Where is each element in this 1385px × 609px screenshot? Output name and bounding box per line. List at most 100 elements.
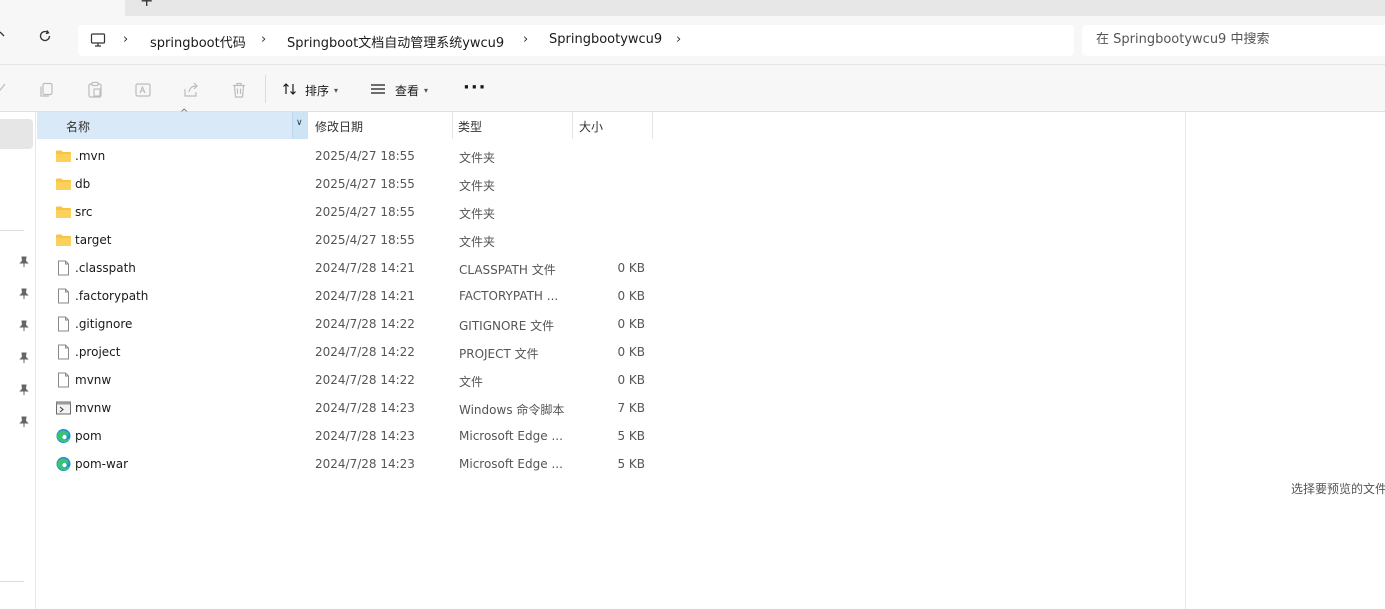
file-type: CLASSPATH 文件: [459, 263, 556, 277]
file-name: mvnw: [75, 401, 112, 415]
file-modified: 2024/7/28 14:22: [315, 345, 415, 359]
folder-icon: [55, 204, 72, 220]
pin-icon[interactable]: [19, 256, 29, 268]
file-size: 0 KB: [617, 373, 645, 387]
file-modified: 2025/4/27 18:55: [315, 149, 415, 163]
close-tab-icon[interactable]: ✕: [97, 0, 108, 1]
file-row[interactable]: .project 2024/7/28 14:22 PROJECT 文件 0 KB: [37, 339, 657, 367]
file-row[interactable]: .factorypath 2024/7/28 14:21 FACTORYPATH .…: [37, 283, 657, 311]
file-name: src: [75, 205, 93, 219]
rename-icon[interactable]: [134, 81, 152, 99]
file-modified: 2024/7/28 14:21: [315, 261, 415, 275]
edge-icon: [55, 456, 72, 472]
breadcrumb-chevron-icon[interactable]: ›: [523, 32, 528, 47]
pin-icon[interactable]: [19, 320, 29, 332]
pin-icon[interactable]: [19, 352, 29, 364]
file-type: Windows 命令脚本: [459, 403, 565, 417]
file-modified: 2024/7/28 14:21: [315, 289, 415, 303]
refresh-icon[interactable]: [38, 29, 52, 47]
pin-icon[interactable]: [19, 384, 29, 396]
file-row[interactable]: src 2025/4/27 18:55 文件夹: [37, 199, 657, 227]
copy-icon[interactable]: [38, 81, 56, 99]
file-row[interactable]: pom-war 2024/7/28 14:23 Microsoft Edge ...…: [37, 451, 657, 479]
file-row[interactable]: pom 2024/7/28 14:23 Microsoft Edge ... 5 KB: [37, 423, 657, 451]
cut-icon[interactable]: [0, 81, 10, 99]
forward-icon[interactable]: [0, 30, 8, 46]
file-row[interactable]: mvnw 2024/7/28 14:22 文件 0 KB: [37, 367, 657, 395]
tab-active[interactable]: cu9 ✕: [0, 0, 125, 16]
sort-icon: [282, 82, 298, 99]
column-divider[interactable]: [452, 112, 453, 139]
toolbar-divider: [265, 75, 266, 103]
nav-item-selected[interactable]: [0, 119, 33, 149]
file-icon: [55, 344, 72, 360]
breadcrumb-item-3[interactable]: Springbootywcu9: [549, 32, 662, 47]
file-name: mvnw: [75, 373, 112, 387]
column-header-type[interactable]: 类型: [458, 118, 482, 135]
search-box[interactable]: [1082, 25, 1385, 56]
file-icon: [55, 260, 72, 276]
file-row[interactable]: mvnw 2024/7/28 14:23 Windows 命令脚本 7 KB: [37, 395, 657, 423]
column-divider[interactable]: [652, 112, 653, 139]
column-header-modified[interactable]: 修改日期: [315, 118, 363, 135]
file-modified: 2024/7/28 14:23: [315, 401, 415, 415]
address-row: › springboot代码 › Springboot文档自动管理系统ywcu9…: [0, 16, 1385, 64]
breadcrumb-item-2[interactable]: Springboot文档自动管理系统ywcu9: [287, 32, 504, 51]
paste-icon[interactable]: [86, 81, 104, 99]
file-name: .gitignore: [75, 317, 133, 331]
file-name: .project: [75, 345, 121, 359]
file-size: 0 KB: [617, 289, 645, 303]
file-row[interactable]: db 2025/4/27 18:55 文件夹: [37, 171, 657, 199]
file-name: db: [75, 177, 91, 191]
share-icon[interactable]: [182, 81, 200, 99]
pin-icon[interactable]: [19, 416, 29, 428]
file-icon: [55, 316, 72, 332]
file-row[interactable]: .mvn 2025/4/27 18:55 文件夹: [37, 143, 657, 171]
file-type: 文件夹: [459, 179, 496, 193]
sort-label: 排序: [305, 83, 330, 98]
file-icon: [55, 372, 72, 388]
command-bar: 排序 ▾ 查看 ▾ ···: [0, 64, 1385, 112]
file-type: 文件夹: [459, 151, 496, 165]
file-row[interactable]: .gitignore 2024/7/28 14:22 GITIGNORE 文件 0 K…: [37, 311, 657, 339]
tab-strip: cu9 ✕ +: [0, 0, 1385, 16]
chevron-down-icon: ▾: [334, 85, 339, 95]
breadcrumb-chevron-icon[interactable]: ›: [123, 32, 128, 47]
file-name: target: [75, 233, 112, 247]
search-input[interactable]: [1096, 32, 1376, 47]
file-type: PROJECT 文件: [459, 347, 539, 361]
file-row[interactable]: .classpath 2024/7/28 14:21 CLASSPATH 文件 0 K…: [37, 255, 657, 283]
file-name: .factorypath: [75, 289, 149, 303]
file-modified: 2025/4/27 18:55: [315, 233, 415, 247]
pin-icon[interactable]: [19, 288, 29, 300]
file-size: 0 KB: [617, 261, 645, 275]
file-type: Microsoft Edge ...: [459, 429, 563, 443]
file-name: pom-war: [75, 457, 129, 471]
breadcrumb-chevron-icon[interactable]: ›: [261, 32, 266, 47]
sort-button[interactable]: 排序 ▾: [282, 79, 338, 101]
column-header-size[interactable]: 大小: [579, 118, 603, 135]
this-pc-icon[interactable]: [90, 32, 106, 51]
delete-icon[interactable]: [230, 81, 248, 99]
new-tab-button[interactable]: +: [140, 0, 153, 10]
file-row[interactable]: target 2025/4/27 18:55 文件夹: [37, 227, 657, 255]
file-type: 文件夹: [459, 207, 496, 221]
file-list: 名称 ^ ∨ 修改日期 类型 大小 .mvn 2025/4/27 18:55 文件夹…: [37, 108, 1185, 609]
nav-divider: [0, 230, 24, 231]
file-modified: 2025/4/27 18:55: [315, 177, 415, 191]
address-bar[interactable]: › springboot代码 › Springboot文档自动管理系统ywcu9…: [78, 25, 1074, 56]
navigation-pane: [0, 112, 36, 609]
column-divider[interactable]: [572, 112, 573, 139]
breadcrumb-chevron-icon[interactable]: ›: [676, 32, 681, 47]
file-name: .classpath: [75, 261, 136, 275]
column-filter-dropdown[interactable]: ∨: [292, 112, 308, 139]
view-button[interactable]: 查看 ▾: [370, 79, 428, 101]
breadcrumb-item-1[interactable]: springboot代码: [150, 32, 246, 51]
nav-divider: [0, 581, 24, 582]
file-size: 7 KB: [617, 401, 645, 415]
file-type: GITIGNORE 文件: [459, 319, 555, 333]
file-type: 文件: [459, 375, 484, 389]
file-type: 文件夹: [459, 235, 496, 249]
column-header-name[interactable]: 名称 ^: [37, 108, 308, 139]
more-options-button[interactable]: ···: [463, 77, 487, 98]
